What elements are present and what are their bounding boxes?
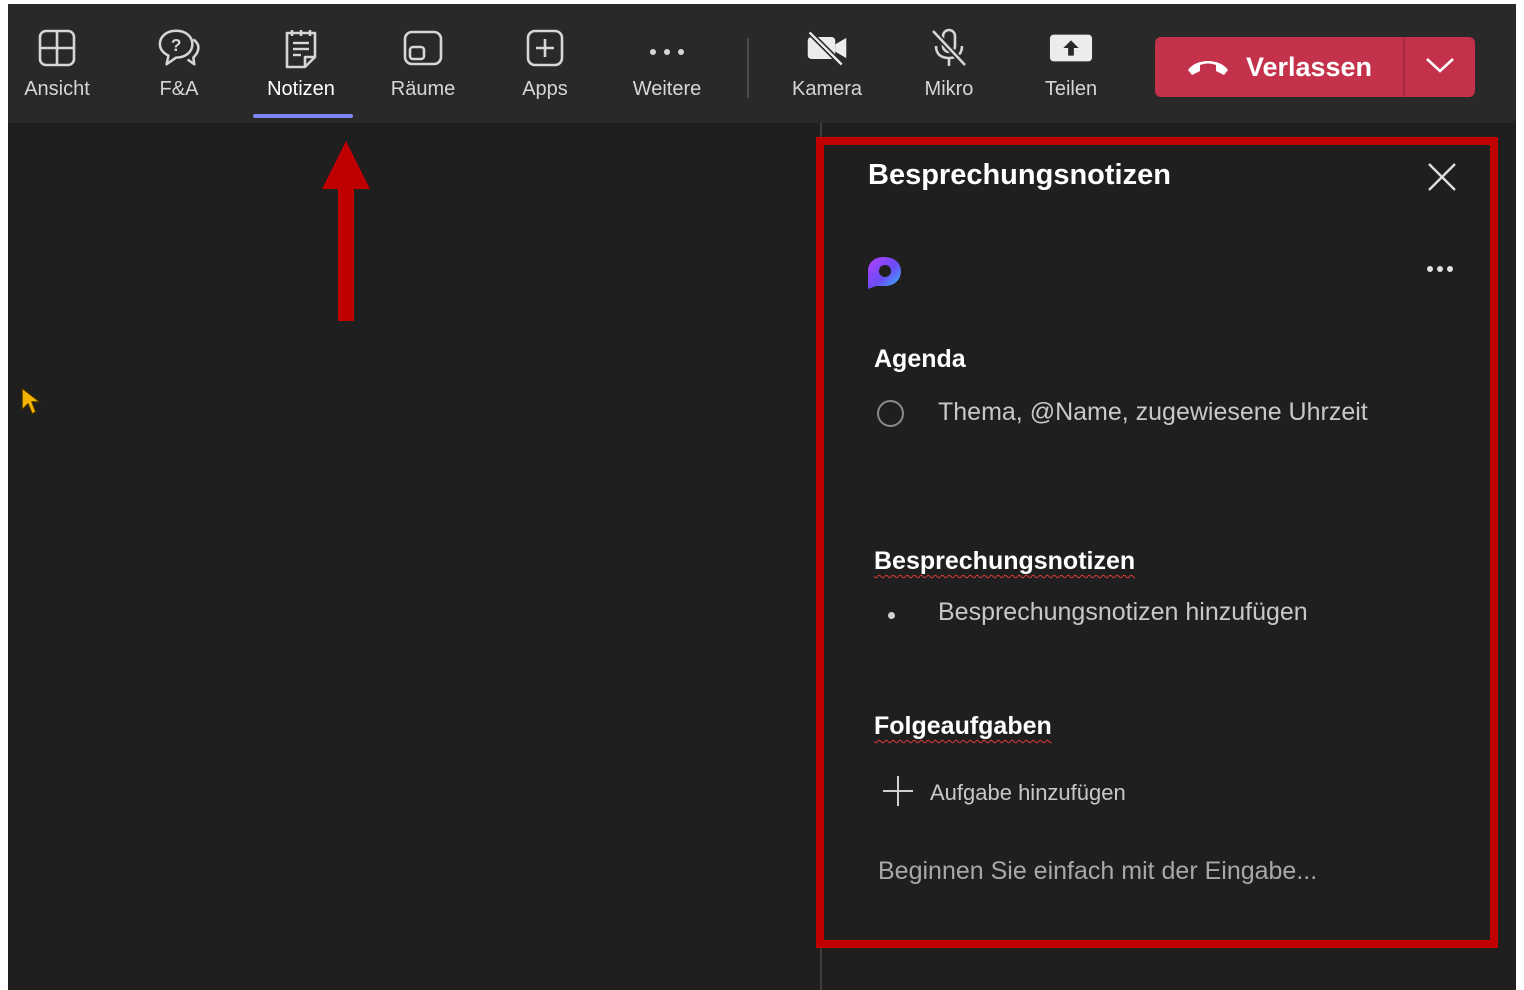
rooms-icon bbox=[401, 26, 445, 70]
leave-button[interactable]: Verlassen bbox=[1155, 37, 1475, 97]
more-icon bbox=[645, 26, 689, 70]
leave-options-dropdown[interactable] bbox=[1403, 37, 1475, 97]
start-typing-placeholder[interactable]: Beginnen Sie einfach mit der Eingabe... bbox=[878, 857, 1317, 886]
add-app-icon bbox=[523, 26, 567, 70]
mic-off-icon bbox=[927, 26, 971, 70]
leave-main-button[interactable]: Verlassen bbox=[1155, 37, 1403, 97]
toolbar-rooms-button[interactable]: Räume bbox=[368, 26, 478, 116]
toolbar-apps-button[interactable]: Apps bbox=[490, 26, 600, 116]
agenda-heading: Agenda bbox=[874, 345, 966, 373]
follow-up-heading: Folgeaufgaben bbox=[874, 712, 1052, 740]
qna-icon: ? bbox=[157, 26, 201, 70]
share-icon bbox=[1049, 26, 1093, 70]
toolbar-camera-label: Kamera bbox=[791, 78, 863, 100]
hang-up-icon bbox=[1186, 52, 1230, 83]
panel-title: Besprechungsnotizen bbox=[868, 159, 1171, 191]
meeting-window: Ansicht ? F&A Notizen Räume Apps Weitere… bbox=[8, 4, 1516, 990]
toolbar-rooms-label: Räume bbox=[390, 78, 456, 100]
toolbar-more-button[interactable]: Weitere bbox=[612, 26, 722, 116]
red-arrow-annotation bbox=[322, 141, 370, 321]
toolbar-mic-button[interactable]: Mikro bbox=[894, 26, 1004, 116]
toolbar-notes-label: Notizen bbox=[267, 78, 335, 100]
meeting-notes-heading: Besprechungsnotizen bbox=[874, 547, 1136, 575]
toolbar-view-button[interactable]: Ansicht bbox=[8, 26, 112, 116]
loop-logo-icon bbox=[864, 255, 904, 291]
toolbar-apps-label: Apps bbox=[522, 78, 568, 100]
chevron-down-icon bbox=[1425, 56, 1455, 79]
bullet-point bbox=[888, 612, 895, 619]
agenda-item-checkbox[interactable] bbox=[877, 400, 904, 427]
agenda-item-placeholder[interactable]: Thema, @Name, zugewiesene Uhrzeit bbox=[938, 394, 1378, 431]
active-tab-indicator bbox=[253, 114, 353, 118]
mouse-cursor-icon bbox=[21, 387, 41, 415]
svg-text:?: ? bbox=[171, 35, 182, 55]
toolbar-share-button[interactable]: Teilen bbox=[1016, 26, 1126, 116]
panel-more-options-button[interactable] bbox=[1420, 255, 1460, 283]
plus-icon bbox=[880, 773, 916, 814]
toolbar-mic-label: Mikro bbox=[924, 78, 974, 100]
close-panel-button[interactable] bbox=[1424, 159, 1460, 195]
more-options-icon bbox=[1420, 266, 1460, 287]
toolbar-notes-button[interactable]: Notizen bbox=[246, 26, 356, 116]
meeting-notes-panel: Besprechungsnotizen Agenda Thema, @Name,… bbox=[824, 145, 1490, 940]
toolbar-share-label: Teilen bbox=[1044, 78, 1098, 100]
meeting-notes-placeholder[interactable]: Besprechungsnotizen hinzufügen bbox=[938, 598, 1308, 627]
toolbar-more-label: Weitere bbox=[632, 78, 702, 100]
add-task-button[interactable]: Aufgabe hinzufügen bbox=[880, 775, 1126, 811]
toolbar-separator bbox=[747, 38, 749, 98]
toolbar-qna-label: F&A bbox=[159, 78, 199, 100]
toolbar-qna-button[interactable]: ? F&A bbox=[124, 26, 234, 116]
panel-divider bbox=[820, 123, 822, 990]
toolbar-camera-button[interactable]: Kamera bbox=[772, 26, 882, 116]
notes-icon bbox=[279, 26, 323, 70]
layout-grid-icon bbox=[35, 26, 79, 70]
add-task-label: Aufgabe hinzufügen bbox=[930, 780, 1126, 805]
close-icon bbox=[1424, 163, 1460, 199]
meeting-toolbar: Ansicht ? F&A Notizen Räume Apps Weitere… bbox=[8, 4, 1516, 123]
leave-label: Verlassen bbox=[1245, 51, 1373, 82]
camera-off-icon bbox=[805, 26, 849, 70]
toolbar-view-label: Ansicht bbox=[24, 78, 90, 100]
